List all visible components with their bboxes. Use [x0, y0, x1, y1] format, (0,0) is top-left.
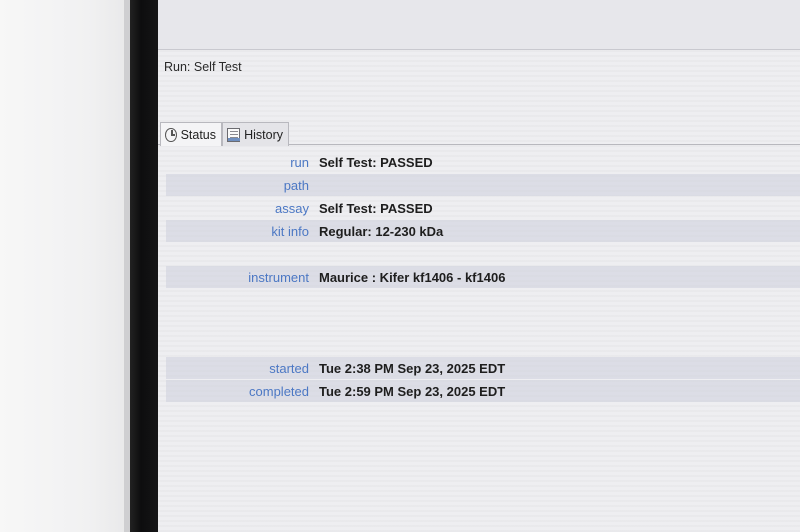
kit-info-label: kit info [271, 223, 309, 239]
tab-bar: Status History [158, 121, 800, 146]
kit-info-value: Regular: 12-230 kDa [319, 223, 444, 239]
tab-history-label: History [244, 127, 283, 142]
assay-value: Self Test: PASSED [319, 200, 433, 216]
completed-value: Tue 2:59 PM Sep 23, 2025 EDT [319, 383, 506, 399]
run-value: Self Test: PASSED [319, 154, 433, 170]
status-row-started: started Tue 2:38 PM Sep 23, 2025 EDT [166, 357, 800, 379]
status-row-assay: assay Self Test: PASSED [166, 197, 800, 219]
status-row-completed: completed Tue 2:59 PM Sep 23, 2025 EDT [166, 380, 800, 402]
started-label: started [269, 360, 309, 376]
instrument-label: instrument [248, 269, 309, 285]
status-row-kit-info: kit info Regular: 12-230 kDa [166, 220, 800, 242]
instrument-value: Maurice : Kifer kf1406 - kf1406 [319, 269, 506, 285]
tab-status[interactable]: Status [160, 122, 222, 146]
tab-history[interactable]: History [222, 122, 289, 146]
clock-icon [165, 127, 177, 142]
monitor-bezel [130, 0, 158, 532]
history-icon [227, 127, 241, 142]
started-value: Tue 2:38 PM Sep 23, 2025 EDT [319, 360, 506, 376]
application-window: Run: Self Test Status History run Self T… [158, 0, 800, 532]
tab-status-label: Status [180, 127, 216, 142]
completed-label: completed [249, 383, 309, 399]
run-title: Run: Self Test [164, 60, 242, 74]
top-panel [158, 0, 800, 50]
path-label: path [283, 177, 309, 193]
status-row-instrument: instrument Maurice : Kifer kf1406 - kf14… [166, 266, 800, 288]
background-wall [0, 0, 126, 532]
assay-label: assay [275, 200, 309, 216]
status-panel: run Self Test: PASSED path assay Self Te… [158, 146, 800, 532]
status-row-run: run Self Test: PASSED [166, 151, 800, 173]
status-row-path: path [166, 174, 800, 196]
run-label: run [290, 154, 309, 170]
